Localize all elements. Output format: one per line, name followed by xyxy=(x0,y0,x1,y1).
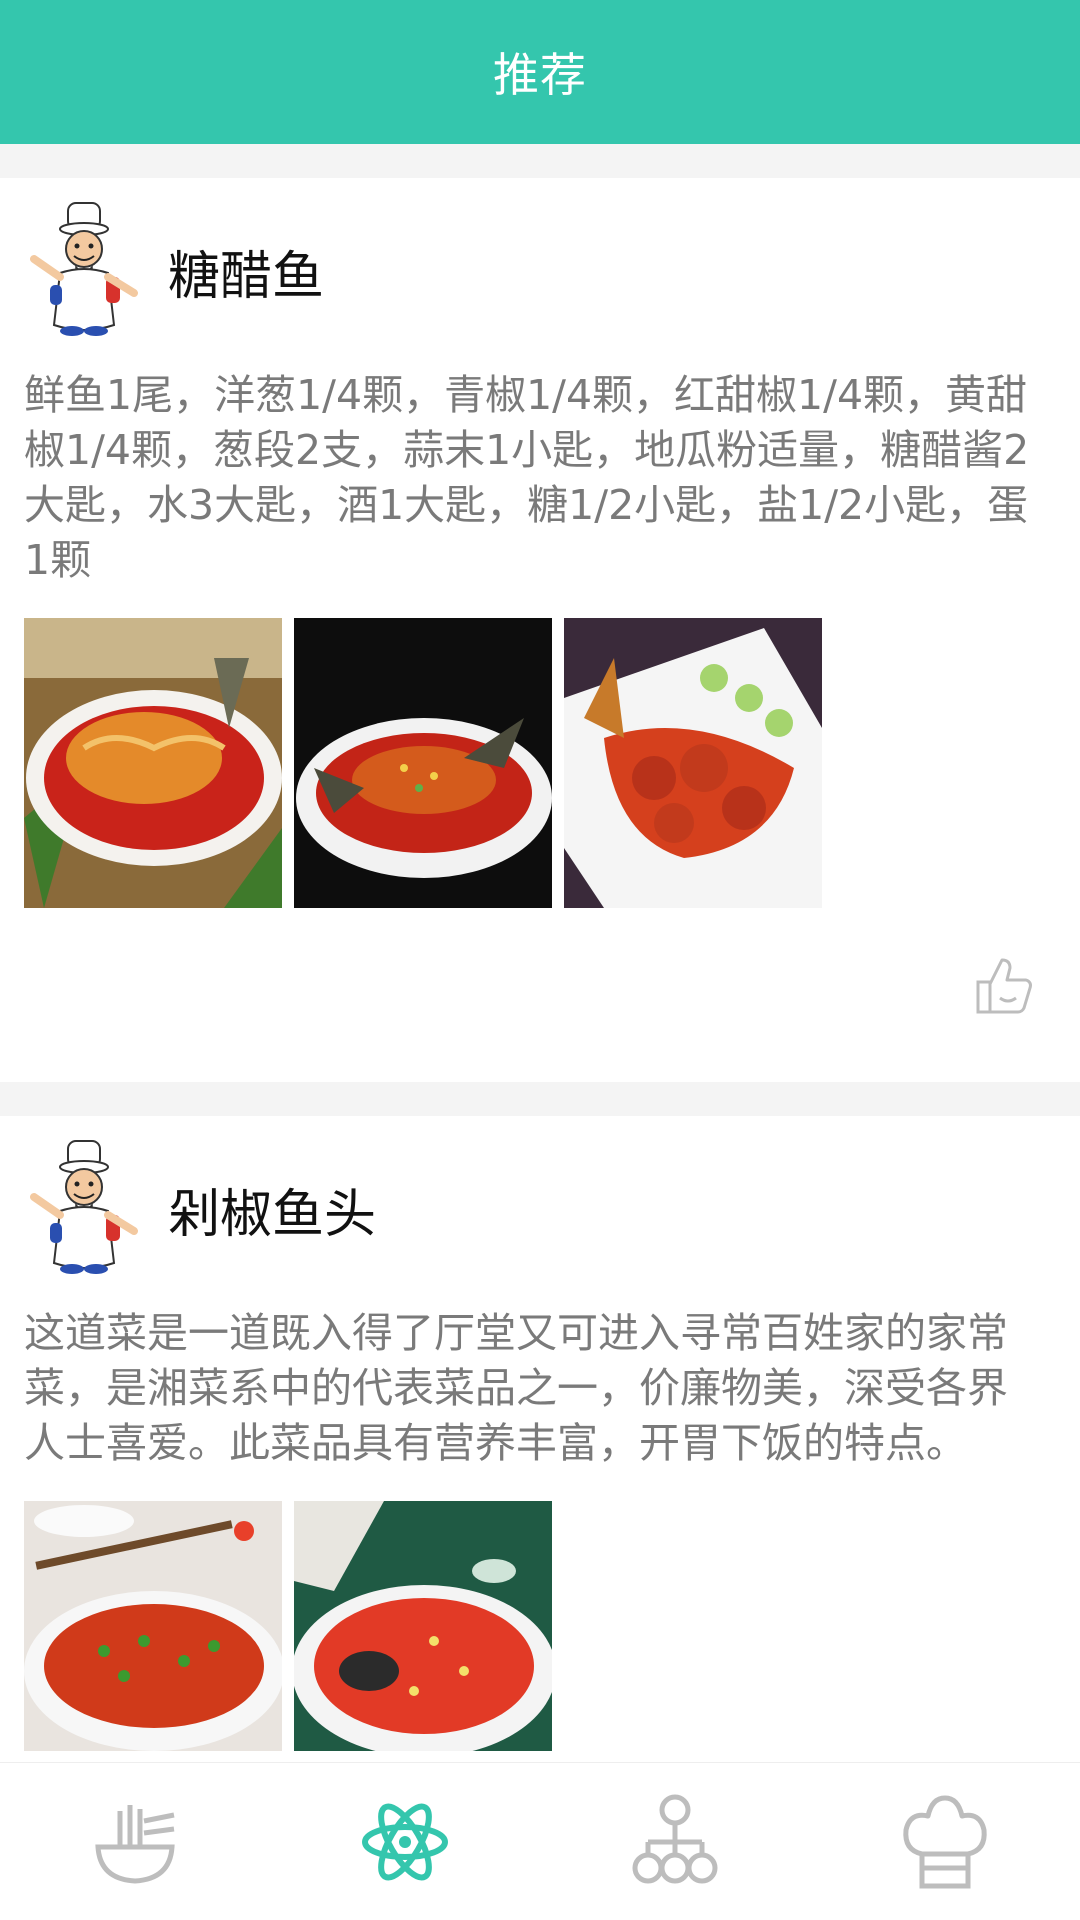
noodle-bowl-icon xyxy=(95,1804,175,1884)
page-title: 推荐 xyxy=(493,48,587,102)
hierarchy-icon xyxy=(632,1794,718,1883)
photo-row xyxy=(24,618,1056,908)
app-root: 推荐 糖醋鱼 鲜鱼1尾，洋葱1/4颗，青椒1/4颗，红甜椒1/4颗，黄甜椒1/4… xyxy=(0,0,1080,1920)
dish-description: 鲜鱼1尾，洋葱1/4颗，青椒1/4颗，红甜椒1/4颗，黄甜椒1/4颗，葱段2支，… xyxy=(24,371,1030,584)
recipe-card[interactable]: 糖醋鱼 鲜鱼1尾，洋葱1/4颗，青椒1/4颗，红甜椒1/4颗，黄甜椒1/4颗，葱… xyxy=(0,178,1080,1082)
nav-item-profile[interactable] xyxy=(890,1787,1000,1897)
dish-title: 糖醋鱼 xyxy=(168,246,325,307)
dish-description: 这道菜是一道既入得了厅堂又可进入寻常百姓家的家常菜，是湘菜系中的代表菜品之一，价… xyxy=(24,1309,1008,1467)
recipe-card-header: 糖醋鱼 xyxy=(24,178,1056,338)
top-app-bar: 推荐 xyxy=(0,0,1080,144)
dish-photo[interactable] xyxy=(24,618,282,908)
chef-avatar-icon xyxy=(30,1140,138,1274)
recipe-card-header: 剁椒鱼头 xyxy=(24,1116,1056,1276)
thumbs-up-icon[interactable] xyxy=(972,954,1036,1018)
dish-title: 剁椒鱼头 xyxy=(168,1184,377,1245)
chef-hat-icon xyxy=(903,1795,987,1888)
atom-icon xyxy=(362,1803,448,1880)
dish-photo[interactable] xyxy=(564,618,822,908)
bottom-nav xyxy=(0,1762,1080,1920)
nav-item-bowl[interactable] xyxy=(80,1787,190,1897)
recipe-card[interactable]: 剁椒鱼头 这道菜是一道既入得了厅堂又可进入寻常百姓家的家常菜，是湘菜系中的代表菜… xyxy=(0,1116,1080,1806)
photo-row xyxy=(24,1501,1056,1751)
dish-photo[interactable] xyxy=(294,618,552,908)
chef-avatar-icon xyxy=(30,202,138,336)
dish-photo[interactable] xyxy=(24,1501,282,1751)
nav-item-category[interactable] xyxy=(620,1787,730,1897)
nav-item-recommend[interactable] xyxy=(350,1787,460,1897)
dish-photo[interactable] xyxy=(294,1501,552,1751)
